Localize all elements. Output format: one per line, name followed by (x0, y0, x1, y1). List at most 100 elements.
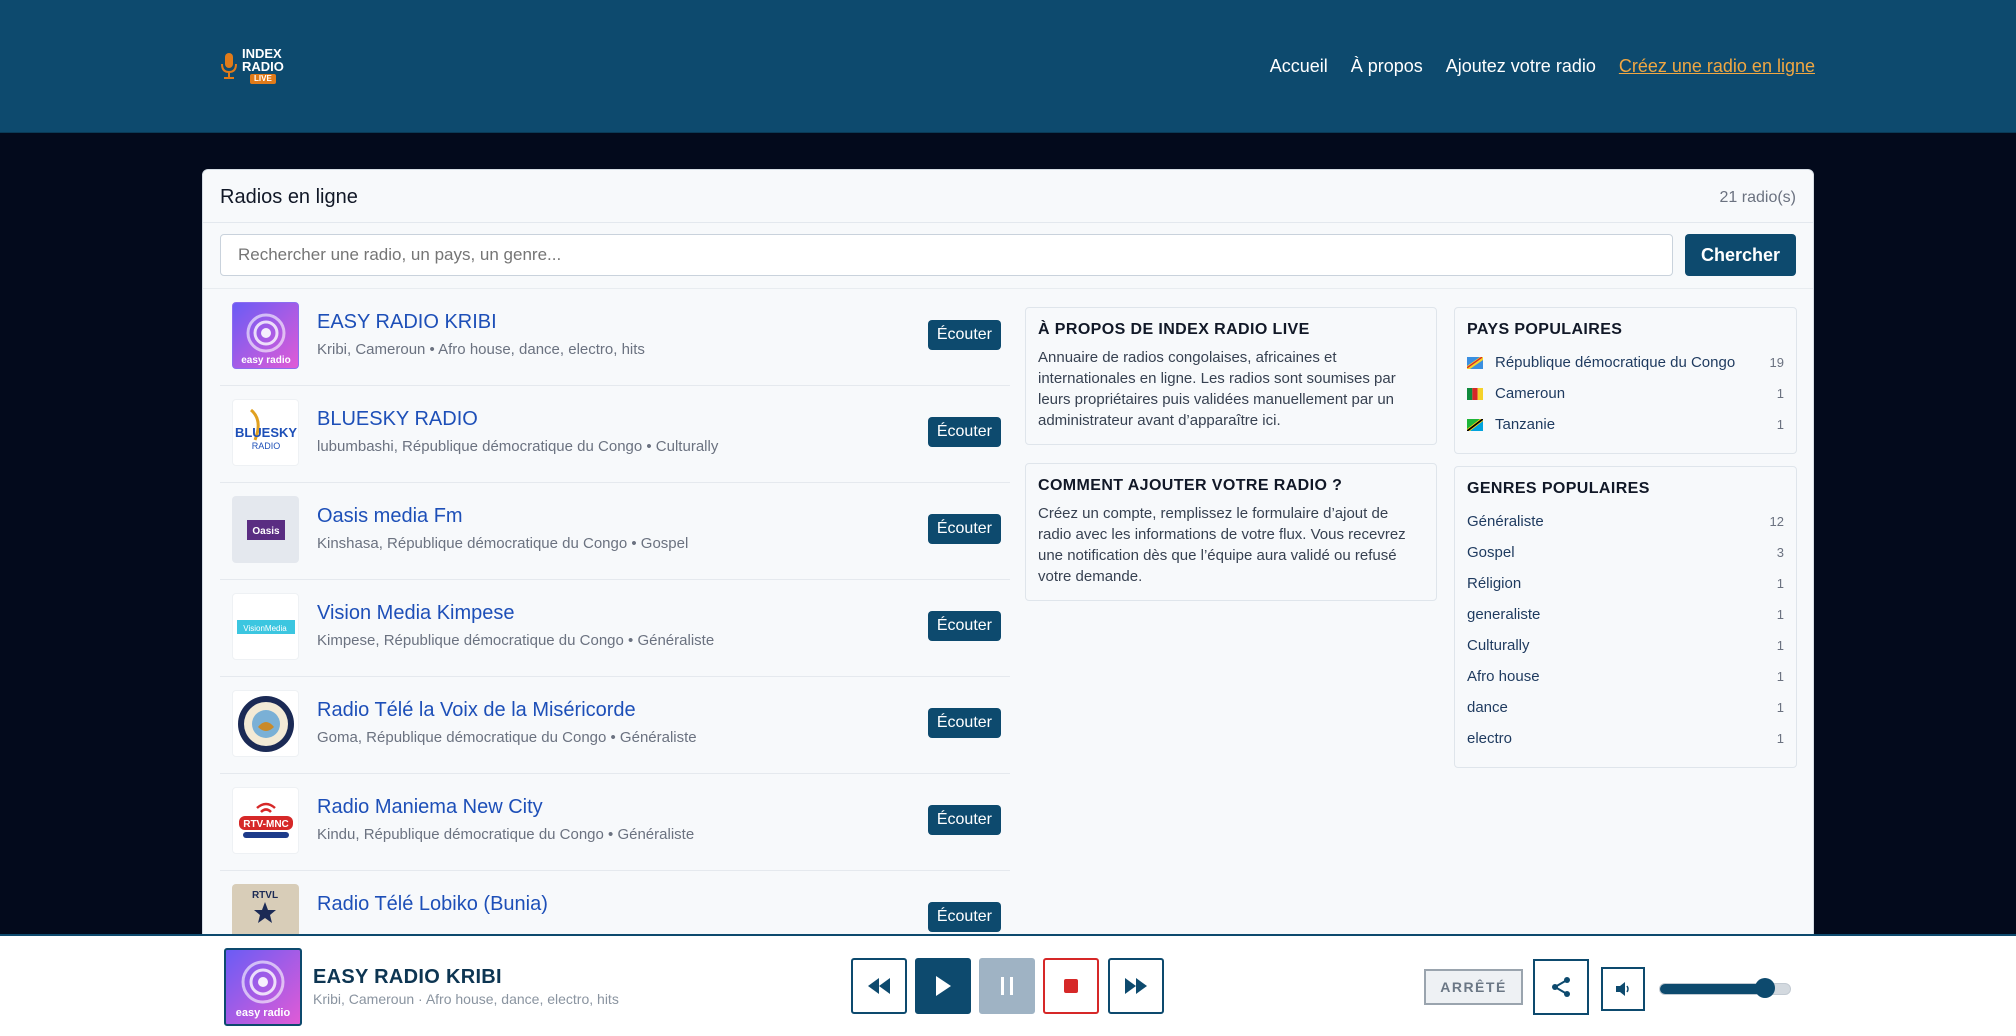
svg-text:easy radio: easy radio (241, 355, 290, 366)
radio-meta: lubumbashi, République démocratique du C… (317, 438, 719, 455)
listen-button[interactable]: Écouter (927, 805, 1001, 835)
listen-button[interactable]: Écouter (927, 708, 1001, 738)
howto-title: COMMENT AJOUTER VOTRE RADIO ? (1038, 477, 1343, 494)
broadcast-icon: easy radio (241, 313, 291, 366)
player-status: ARRÊTÉ (1424, 969, 1523, 1005)
card-body: easy radio EASY RADIO KRIBI Kribi, Camer… (203, 288, 1813, 1036)
pause-button[interactable] (979, 958, 1035, 1014)
radio-name[interactable]: Radio Télé Lobiko (Bunia) (317, 893, 548, 916)
svg-text:easy radio: easy radio (236, 1007, 291, 1019)
site-logo[interactable]: INDEX RADIO LIVE (220, 47, 284, 84)
genre-item[interactable]: generaliste 1 (1467, 599, 1784, 630)
genre-count: 1 (1776, 700, 1784, 715)
share-icon (1552, 977, 1570, 997)
search-button[interactable]: Chercher (1685, 234, 1796, 276)
pause-icon (1001, 977, 1013, 995)
forward-button[interactable] (1108, 958, 1164, 1014)
radio-name[interactable]: Radio Maniema New City (317, 796, 543, 819)
radio-meta: Kribi, Cameroun • Afro house, dance, ele… (317, 341, 645, 358)
svg-text:Oasis: Oasis (252, 526, 280, 537)
radio-logo: BLUESKY RADIO (232, 399, 299, 466)
radio-row[interactable]: easy radio EASY RADIO KRIBI Kribi, Camer… (220, 289, 1010, 386)
radio-meta: Kimpese, République démocratique du Cong… (317, 632, 715, 649)
radio-row[interactable]: Radio Télé la Voix de la Miséricorde Gom… (220, 677, 1010, 774)
radio-name[interactable]: BLUESKY RADIO (317, 408, 478, 431)
listen-button[interactable]: Écouter (927, 514, 1001, 544)
countries-title: PAYS POPULAIRES (1467, 321, 1623, 338)
country-item[interactable]: République démocratique du Congo 19 (1467, 347, 1784, 378)
nav-create-radio[interactable]: Créez une radio en ligne (1619, 56, 1815, 77)
drc-flag-icon (1467, 356, 1483, 369)
listen-button[interactable]: Écouter (927, 417, 1001, 447)
radio-meta: Goma, République démocratique du Congo •… (317, 729, 697, 746)
listen-button[interactable]: Écouter (927, 320, 1001, 350)
howto-box: COMMENT AJOUTER VOTRE RADIO ? Créez un c… (1025, 463, 1437, 601)
broadcast-icon: easy radio (236, 960, 291, 1019)
stop-button[interactable] (1043, 958, 1099, 1014)
popular-genres: GENRES POPULAIRES Généraliste 12 Gospel 3 … (1454, 466, 1797, 768)
nav-add-radio[interactable]: Ajoutez votre radio (1446, 56, 1596, 77)
nav-about[interactable]: À propos (1351, 56, 1423, 77)
genre-item[interactable]: Gospel 3 (1467, 537, 1784, 568)
radio-name[interactable]: EASY RADIO KRIBI (317, 311, 497, 334)
radio-name[interactable]: Vision Media Kimpese (317, 602, 515, 625)
radio-name[interactable]: Radio Télé la Voix de la Miséricorde (317, 699, 636, 722)
genre-count: 1 (1776, 669, 1784, 684)
page-title: Radios en ligne (220, 186, 358, 208)
nav-home[interactable]: Accueil (1270, 56, 1328, 77)
mute-button[interactable] (1601, 967, 1645, 1011)
audio-player: easy radio EASY RADIO KRIBI Kribi, Camer… (0, 934, 2016, 1036)
volume-fill (1660, 984, 1764, 994)
genre-item[interactable]: Afro house 1 (1467, 661, 1784, 692)
genre-item[interactable]: Réligion 1 (1467, 568, 1784, 599)
volume-knob[interactable] (1754, 978, 1775, 998)
radio-meta: Kindu, République démocratique du Congo … (317, 826, 695, 843)
microphone-icon (221, 52, 237, 79)
radio-logo: Oasis (232, 496, 299, 563)
genre-label: electro (1467, 730, 1513, 747)
country-count: 19 (1769, 355, 1784, 370)
cameroon-flag-icon (1467, 387, 1483, 400)
site-header: INDEX RADIO LIVE Accueil À propos Ajoute… (0, 0, 2016, 133)
genre-count: 1 (1776, 638, 1784, 653)
genre-count: 12 (1769, 514, 1784, 529)
howto-text: Créez un compte, remplissez le formulair… (1038, 505, 1406, 585)
listen-button[interactable]: Écouter (927, 611, 1001, 641)
svg-text:RTV-MNC: RTV-MNC (243, 819, 289, 830)
genre-item[interactable]: electro 1 (1467, 723, 1784, 754)
genre-count: 1 (1776, 607, 1784, 622)
radio-row[interactable]: RTV-MNC Radio Maniema New City Kindu, Ré… (220, 774, 1010, 871)
radio-logo: easy radio (232, 302, 299, 369)
country-item[interactable]: Tanzanie 1 (1467, 409, 1784, 440)
genre-label: Réligion (1467, 575, 1522, 592)
search-bar: Chercher (220, 234, 1796, 276)
rewind-icon (868, 978, 890, 994)
card-header: Radios en ligne 21 radio(s) (203, 170, 1813, 223)
country-count: 1 (1776, 386, 1784, 401)
radio-logo: VisionMedia (232, 593, 299, 660)
genre-label: Gospel (1467, 544, 1515, 561)
search-input[interactable] (220, 234, 1673, 276)
play-button[interactable] (915, 958, 971, 1014)
logo-badge: LIVE (250, 74, 276, 84)
share-button[interactable] (1533, 959, 1589, 1015)
radio-row[interactable]: Oasis Oasis media Fm Kinshasa, Républiqu… (220, 483, 1010, 580)
genre-item[interactable]: dance 1 (1467, 692, 1784, 723)
genre-label: Généraliste (1467, 513, 1544, 530)
radio-row[interactable]: VisionMedia Vision Media Kimpese Kimpese… (220, 580, 1010, 677)
radio-row[interactable]: BLUESKY RADIO BLUESKY RADIO lubumbashi, … (220, 386, 1010, 483)
genre-label: generaliste (1467, 606, 1541, 623)
genre-item[interactable]: Culturally 1 (1467, 630, 1784, 661)
speaker-icon (1616, 982, 1629, 996)
country-count: 1 (1776, 417, 1784, 432)
genre-item[interactable]: Généraliste 12 (1467, 506, 1784, 537)
listen-button[interactable]: Écouter (927, 902, 1001, 932)
country-item[interactable]: Cameroun 1 (1467, 378, 1784, 409)
svg-text:RTVL: RTVL (252, 890, 278, 901)
rewind-button[interactable] (851, 958, 907, 1014)
radio-logo (232, 690, 299, 757)
radios-card: Radios en ligne 21 radio(s) Chercher eas… (202, 169, 1814, 1036)
radio-count: 21 radio(s) (1719, 189, 1796, 206)
radio-name[interactable]: Oasis media Fm (317, 505, 463, 528)
stop-icon (1064, 979, 1078, 993)
